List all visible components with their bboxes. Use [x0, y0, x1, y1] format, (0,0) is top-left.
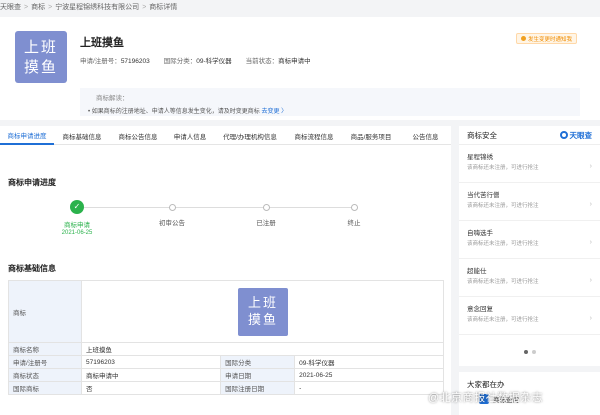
tab-announcement[interactable]: 商标公告信息	[110, 126, 166, 145]
tianyancha-logo: 天眼查	[559, 130, 592, 141]
change-link[interactable]: 去变更 〉	[261, 109, 287, 115]
intl-class: 09-科学仪器	[196, 58, 232, 65]
table-row: 申请/注册号 57196203 国际分类 09-科学仪器	[8, 355, 444, 369]
step-preliminary: 初审公告	[137, 198, 207, 227]
tab-applicant[interactable]: 申请人信息	[166, 126, 214, 145]
trademark-safety-panel: 商标安全 天眼查 星程锦绣 该商标还未注册，可进行抢注 › 当代苦行僧 该商标还…	[459, 126, 600, 366]
tab-bar: 商标申请进度 商标基础信息 商标公告信息 申请人信息 代理/办理机构信息 商标流…	[0, 126, 451, 145]
basic-info-title: 商标基础信息	[8, 264, 56, 273]
trademark-image: 上班 摸鱼	[238, 287, 288, 336]
step-registered: 已注册	[231, 198, 301, 227]
page-title: 上班摸鱼	[80, 37, 124, 49]
table-row: 商标名称 上班摸鱼	[8, 342, 444, 356]
list-item[interactable]: 自嗨选手 该商标还未注册，可进行抢注 ›	[459, 221, 600, 259]
breadcrumb-item-company[interactable]: 宁波星程锦绣科技有限公司	[55, 2, 139, 12]
eye-icon	[559, 131, 568, 139]
chevron-right-icon: ›	[589, 315, 592, 322]
step-terminated: 终止	[319, 198, 389, 227]
tab-basic-info[interactable]: 商标基础信息	[54, 126, 110, 145]
carousel-dots	[459, 350, 600, 354]
step-apply: ✓ 商标申请 2021-06-25	[61, 200, 93, 236]
list-item[interactable]: 意念回复 该商标还未注册，可进行抢注 ›	[459, 297, 600, 335]
table-row: 商标 上班 摸鱼	[8, 280, 444, 343]
tab-progress[interactable]: 商标申请进度	[0, 126, 54, 145]
notify-change-button[interactable]: 发生变更时通知我	[516, 33, 578, 44]
tab-goods-services[interactable]: 商品/服务项目	[342, 126, 400, 145]
tab-agency[interactable]: 代理/办理机构信息	[214, 126, 286, 145]
tab-notice[interactable]: 公告信息	[400, 126, 451, 145]
trademark-logo: 上班 摸鱼	[15, 31, 67, 83]
progress-steps: ✓ 商标申请 2021-06-25 初审公告 已注册 终止	[0, 198, 451, 248]
safety-title: 商标安全	[467, 130, 497, 140]
list-item[interactable]: 星程锦绣 该商标还未注册，可进行抢注 ›	[459, 145, 600, 183]
table-row: 国际商标 否 国际注册日期 -	[8, 381, 444, 395]
progress-title: 商标申请进度	[8, 178, 56, 187]
list-item[interactable]: 当代苦行僧 该商标还未注册，可进行抢注 ›	[459, 183, 600, 221]
trademark-header: 上班 摸鱼 上班摸鱼 申请/注册号：57196203 国际分类：09-科学仪器 …	[0, 17, 600, 120]
breadcrumb-item-home[interactable]: 天眼查	[0, 2, 21, 12]
chevron-right-icon: ›	[589, 239, 592, 246]
status-value: 商标申请中	[278, 58, 311, 65]
bell-icon	[521, 36, 526, 41]
list-item[interactable]: 超能仕 该商标还未注册，可进行抢注 ›	[459, 259, 600, 297]
interpret-box: 商标解读： • 如果商标的注册地址、申请人等信息发生变化，请及时变更商标 去变更…	[80, 88, 580, 116]
check-icon: ✓	[70, 200, 84, 214]
popular-title: 大家都在办	[467, 380, 505, 389]
table-row: 商标状态 商标申请中 申请日期 2021-06-25	[8, 368, 444, 382]
basic-info-table: 商标 上班 摸鱼 商标名称 上班摸鱼 申请/注册号 57196203 国际分类 …	[8, 280, 444, 395]
breadcrumb-item-current: 商标详情	[149, 4, 178, 11]
carousel-dot[interactable]	[523, 350, 528, 354]
trademark-meta: 申请/注册号：57196203 国际分类：09-科学仪器 当前状态：商标申请中	[80, 58, 311, 65]
chevron-right-icon: ›	[589, 201, 592, 208]
chevron-right-icon: ›	[589, 163, 592, 170]
breadcrumb-item-trademark[interactable]: 商标	[31, 2, 45, 12]
main-content: 商标申请进度 商标基础信息 商标公告信息 申请人信息 代理/办理机构信息 商标流…	[0, 126, 451, 415]
reg-number: 57196203	[120, 58, 150, 65]
tab-process[interactable]: 商标流程信息	[286, 126, 342, 145]
carousel-dot[interactable]	[531, 350, 536, 354]
breadcrumb: 天眼查 > 商标 > 宁波星程锦绣科技有限公司 > 商标详情	[0, 2, 178, 12]
watermark: @北京商报社数据杂志	[428, 392, 544, 404]
progress-line	[77, 207, 354, 208]
chevron-right-icon: ›	[589, 277, 592, 284]
